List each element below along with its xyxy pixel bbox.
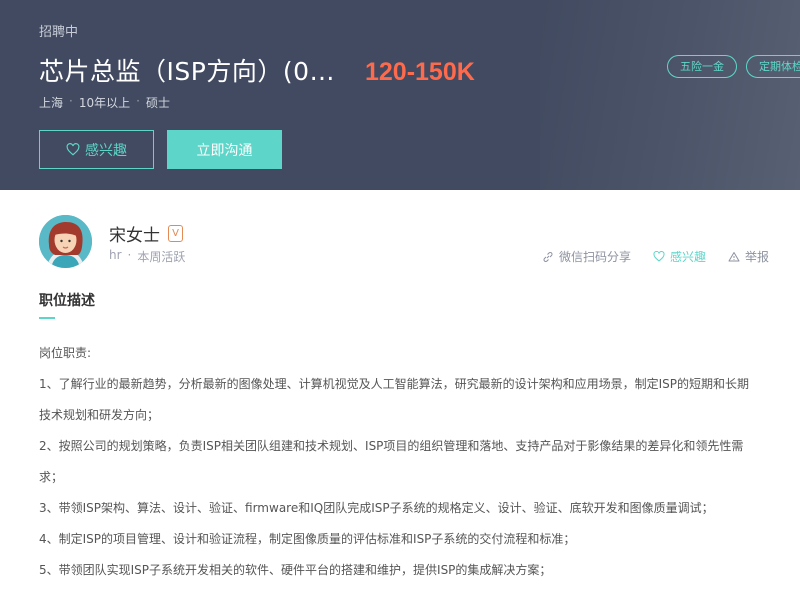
salary: 120-150K <box>364 58 475 86</box>
heart-outline-icon <box>653 251 665 262</box>
chat-now-button-label: 立即沟通 <box>196 142 253 159</box>
interest-link-label: 感兴趣 <box>670 250 707 264</box>
recruiter-activity: 本周活跃 <box>137 250 186 264</box>
title-row: 芯片总监（ISP方向）(0… 120-150K <box>39 52 475 88</box>
recruiter-avatar-illustration <box>39 215 92 268</box>
interest-button-label: 感兴趣 <box>85 142 127 159</box>
job-meta: 上海 · 10年以上 · 硕士 <box>39 94 170 111</box>
job-header: 招聘中 芯片总监（ISP方向）(0… 120-150K 上海 · 10年以上 ·… <box>0 0 800 190</box>
benefit-tags: 五险一金 定期体检 <box>667 55 800 78</box>
warning-triangle-icon <box>728 251 740 261</box>
meta-separator: · <box>136 94 140 108</box>
job-experience: 10年以上 <box>78 96 131 110</box>
report-label: 举报 <box>745 250 770 264</box>
recruiter-subtitle: hr · 本周活跃 <box>109 248 185 265</box>
description-line: 岗位职责: <box>39 346 92 360</box>
recruiter-actions: 微信扫码分享 感兴趣 举报 <box>542 248 769 265</box>
description-line: 求； <box>39 470 64 484</box>
recruiter-separator: · <box>127 248 132 262</box>
share-label: 微信扫码分享 <box>559 250 632 264</box>
heart-outline-icon <box>66 143 80 156</box>
description-line: 1、了解行业的最新趋势，分析最新的图像处理、计算机视觉及人工智能算法，研究最新的… <box>39 377 750 391</box>
avatar <box>39 215 92 268</box>
link-icon <box>543 251 553 262</box>
recruiter-role: hr <box>109 248 122 262</box>
job-degree: 硕士 <box>145 96 170 110</box>
interest-link[interactable]: 感兴趣 <box>653 248 706 265</box>
recruiter-name-row: 宋女士 V <box>109 221 183 246</box>
description-line: 5、带领团队实现ISP子系统开发相关的软件、硬件平台的搭建和维护，提供ISP的集… <box>39 563 552 577</box>
share-button[interactable]: 微信扫码分享 <box>542 248 631 265</box>
header-decoration <box>540 0 800 190</box>
job-description: 岗位职责: 1、了解行业的最新趋势，分析最新的图像处理、计算机视觉及人工智能算法… <box>39 338 779 586</box>
recruiter-name: 宋女士 <box>109 226 160 246</box>
meta-separator: · <box>69 94 73 108</box>
recruiter-card: 宋女士 V hr · 本周活跃 微信扫码分享 感兴趣 举报 <box>39 215 800 275</box>
job-title: 芯片总监（ISP方向）(0… <box>39 57 335 86</box>
section-title-underline <box>39 317 55 319</box>
job-status: 招聘中 <box>39 25 79 40</box>
chat-now-button[interactable]: 立即沟通 <box>167 130 282 169</box>
report-button[interactable]: 举报 <box>728 248 769 265</box>
interest-button[interactable]: 感兴趣 <box>39 130 154 169</box>
description-line: 4、制定ISP的项目管理、设计和验证流程，制定图像质量的评估标准和ISP子系统的… <box>39 532 576 546</box>
description-line: 3、带领ISP架构、算法、设计、验证、firmware和IQ团队完成ISP子系统… <box>39 501 714 515</box>
description-line: 2、按照公司的规划策略，负责ISP相关团队组建和技术规划、ISP项目的组织管理和… <box>39 439 744 453</box>
verified-badge-icon: V <box>168 225 183 242</box>
job-location: 上海 <box>39 96 64 110</box>
benefit-tag: 五险一金 <box>667 55 737 78</box>
section-title: 职位描述 <box>39 293 95 309</box>
benefit-tag: 定期体检 <box>746 55 800 78</box>
description-line: 技术规划和研发方向； <box>39 408 160 422</box>
